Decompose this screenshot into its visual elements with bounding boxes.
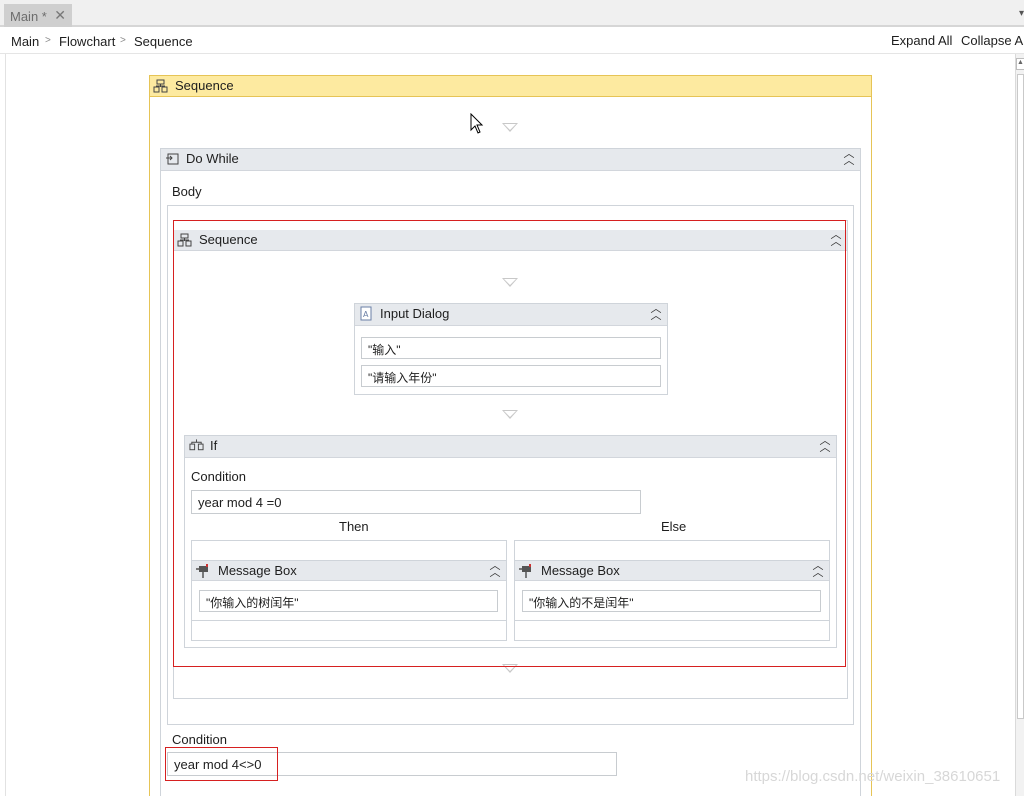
tab-title: Main *: [10, 9, 47, 24]
outer-sequence-header[interactable]: Sequence: [150, 76, 871, 97]
tab-overflow-icon[interactable]: ▾: [1019, 8, 1024, 19]
highlight-annotation-box: [173, 220, 846, 667]
scrollbar-thumb[interactable]: [1017, 74, 1024, 719]
breadcrumb-separator-icon: >: [45, 35, 51, 46]
do-while-icon: [166, 153, 179, 165]
mouse-cursor-icon: [470, 113, 484, 134]
scroll-up-icon[interactable]: ▲: [1016, 58, 1024, 70]
tab-main[interactable]: Main * ✕: [4, 4, 72, 27]
sequence-icon: [153, 79, 168, 93]
breadcrumb-item-flowchart[interactable]: Flowchart: [59, 34, 115, 49]
collapse-all-button[interactable]: Collapse Al: [961, 33, 1024, 48]
drop-target-arrow-icon[interactable]: [502, 123, 518, 132]
collapse-double-chevron-icon[interactable]: ︿ ︿: [843, 149, 855, 167]
breadcrumb-bar: Main > Flowchart > Sequence Expand All C…: [0, 29, 1024, 54]
do-while-title: Do While: [186, 151, 239, 166]
watermark-text: https://blog.csdn.net/weixin_38610651: [745, 768, 1001, 785]
expand-all-button[interactable]: Expand All: [891, 33, 952, 48]
outer-sequence-title: Sequence: [175, 78, 234, 93]
tab-close-icon[interactable]: ✕: [54, 7, 66, 24]
vertical-scrollbar[interactable]: ▲: [1015, 54, 1024, 796]
condition-label: Condition: [172, 732, 227, 747]
condition-highlight-annotation-box: [165, 747, 278, 781]
do-while-header[interactable]: Do While ︿ ︿: [161, 149, 860, 171]
breadcrumb-item-main[interactable]: Main: [11, 34, 39, 49]
breadcrumb-separator-icon: >: [120, 35, 126, 46]
breadcrumb-item-sequence[interactable]: Sequence: [134, 34, 193, 49]
document-tab-strip: Main * ✕ ▾: [0, 0, 1024, 27]
body-label: Body: [172, 184, 202, 199]
